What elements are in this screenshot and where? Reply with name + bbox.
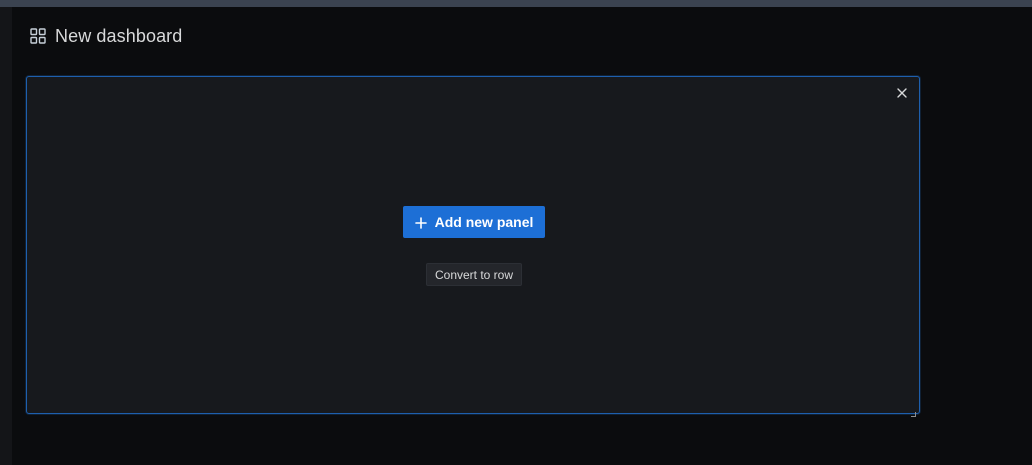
convert-to-row-label: Convert to row [434,267,514,282]
dashboard-grid-icon [30,28,46,44]
add-new-panel-button[interactable]: Add new panel [403,206,545,238]
plus-icon [414,216,427,229]
dashboard-header: New dashboard [30,24,182,48]
resize-handle-icon[interactable] [910,404,916,417]
page-title[interactable]: New dashboard [55,24,182,48]
side-menu-strip [0,7,12,465]
add-panel-widget: Add new panel Convert to row [26,76,920,417]
convert-to-row-button[interactable]: Convert to row [426,263,522,286]
close-icon[interactable] [895,86,909,100]
add-new-panel-label: Add new panel [434,214,534,230]
top-bar [0,0,1032,7]
